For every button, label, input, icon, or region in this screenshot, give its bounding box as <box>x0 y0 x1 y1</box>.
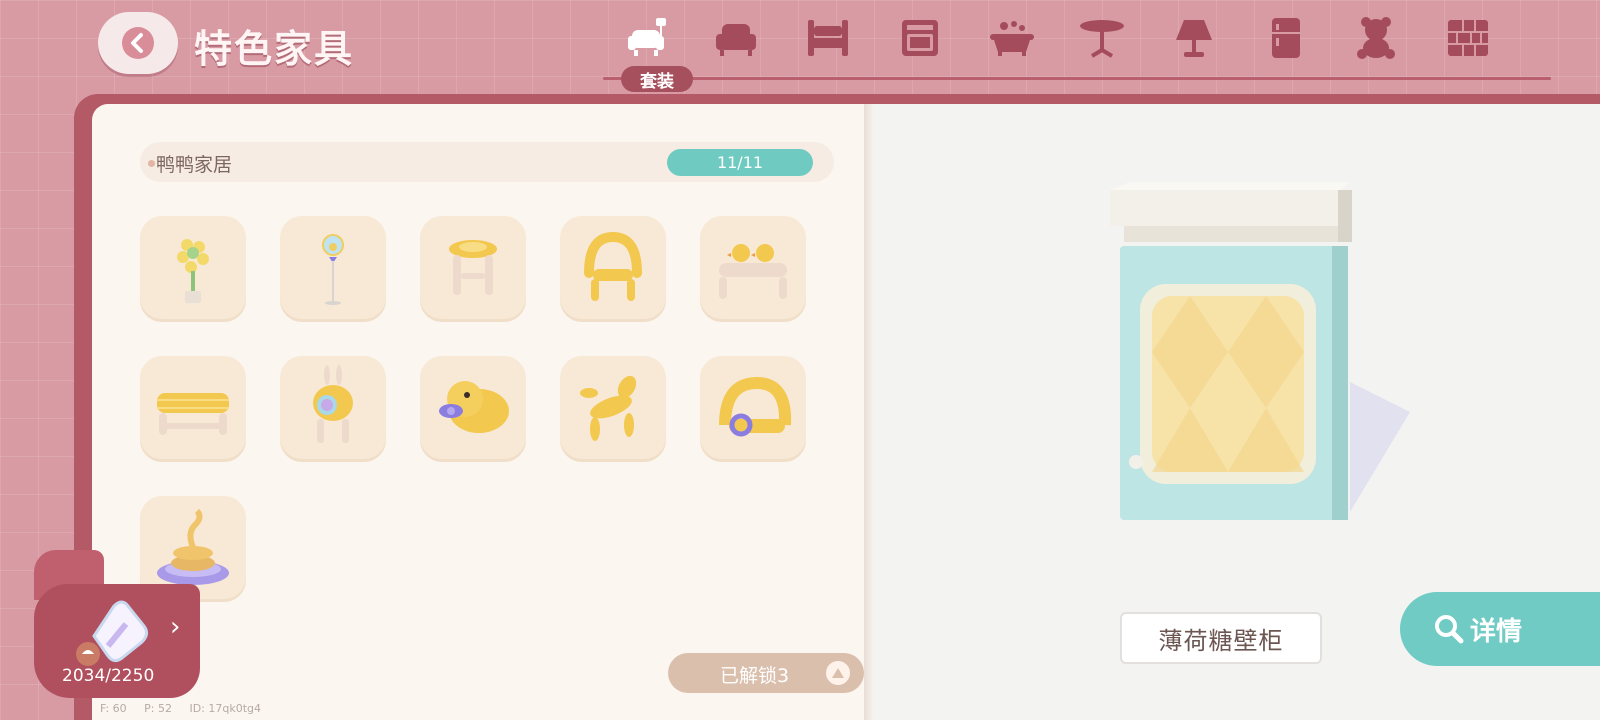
item-name: 薄荷糖壁柜 <box>1158 626 1284 655</box>
set-name: 鸭鸭家居 <box>156 154 233 176</box>
search-icon <box>1435 615 1464 644</box>
set-progress-badge: 11/11 <box>667 149 813 176</box>
tab-fridge[interactable] <box>1256 10 1316 66</box>
duck-bench-icon <box>719 244 787 299</box>
bed-icon <box>808 20 848 56</box>
balloon-arch-icon <box>719 376 792 437</box>
teddy-bear-icon <box>1357 17 1395 59</box>
set-bullet-icon <box>148 160 155 167</box>
item-slot[interactable] <box>420 356 526 462</box>
item-slot[interactable] <box>560 356 666 462</box>
balloon-dog-icon <box>580 375 637 441</box>
duck-head-icon <box>439 381 509 433</box>
item-slot[interactable] <box>560 216 666 322</box>
details-button[interactable]: 详情 <box>1400 592 1600 666</box>
sofa-icon <box>716 24 756 56</box>
details-label: 详情 <box>1470 616 1523 647</box>
tab-bathtub[interactable] <box>982 10 1042 66</box>
tab-lamp[interactable] <box>1164 10 1224 66</box>
flower-pot-icon <box>177 239 209 303</box>
item-slot[interactable] <box>140 216 246 322</box>
back-button[interactable] <box>98 12 178 74</box>
chevron-left-icon <box>122 27 154 59</box>
item-slot[interactable] <box>280 216 386 322</box>
item-name-box: 薄荷糖壁柜 <box>1120 612 1322 664</box>
collection-badge[interactable]: 2034/2250 › <box>34 550 200 698</box>
tab-bed[interactable] <box>798 10 858 66</box>
tab-underline <box>603 77 1551 80</box>
bunny-lamp-icon <box>313 365 353 443</box>
tab-wall-brick[interactable] <box>1438 10 1498 66</box>
balloon-stool-icon <box>449 240 497 295</box>
unlocked-count-label: 已解锁3 <box>720 665 790 687</box>
active-tab-label: 套装 <box>621 66 693 92</box>
wall-cabinet-preview <box>1110 182 1410 520</box>
tab-suit-set[interactable] <box>616 10 676 66</box>
item-slot[interactable] <box>140 356 246 462</box>
wall-brick-icon <box>1448 20 1488 56</box>
chevron-right-icon: › <box>170 612 181 642</box>
item-slot[interactable] <box>700 216 806 322</box>
bathtub-icon <box>990 21 1034 56</box>
item-slot[interactable] <box>700 356 806 462</box>
puzzle-piece-icon <box>76 600 149 666</box>
top-bar: 特色家具 套装 <box>0 0 1600 92</box>
triangle-up-icon <box>826 661 850 685</box>
tab-table[interactable] <box>1072 10 1132 66</box>
lamp-icon <box>1176 20 1212 57</box>
page-title: 特色家具 <box>194 27 355 71</box>
suit-set-icon <box>628 18 666 56</box>
fridge-icon <box>1272 18 1300 58</box>
tab-cabinet[interactable] <box>890 10 950 66</box>
balloon-bench-icon <box>157 393 229 435</box>
debug-info: F: 60 P: 52 ID: 17qk0tg4 <box>100 702 262 715</box>
tab-sofa[interactable] <box>706 10 766 66</box>
book-spine <box>864 104 874 720</box>
cabinet-icon <box>902 20 938 56</box>
item-slot[interactable] <box>420 216 526 322</box>
collection-count: 2034/2250 <box>62 666 155 686</box>
unlocked-toggle-button[interactable]: 已解锁3 <box>668 653 864 693</box>
balloon-stand-icon <box>322 234 344 305</box>
table-icon <box>1080 20 1124 58</box>
tab-teddy-bear[interactable] <box>1346 10 1406 66</box>
balloon-chair-icon <box>584 231 642 301</box>
item-slot[interactable] <box>280 356 386 462</box>
